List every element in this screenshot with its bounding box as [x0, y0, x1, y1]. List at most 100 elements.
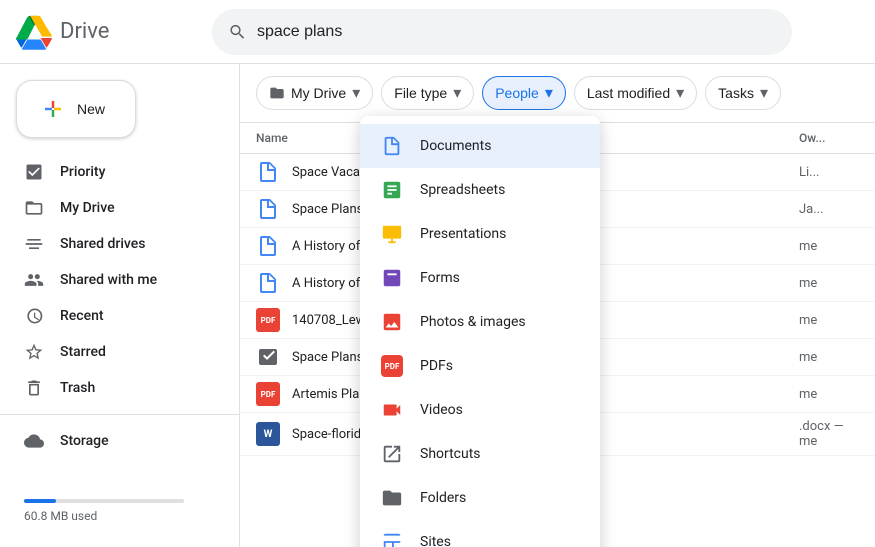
- sidebar-item-starred[interactable]: Starred: [0, 334, 223, 370]
- header: Drive: [0, 0, 875, 64]
- sites-icon: [380, 530, 404, 547]
- spreadsheets-label: Spreadsheets: [420, 182, 505, 198]
- shortcut-icon: [256, 345, 280, 369]
- documents-icon: [380, 134, 404, 158]
- logo-area: Drive: [16, 14, 196, 50]
- sidebar-item-trash[interactable]: Trash: [0, 370, 223, 406]
- word-icon: W: [256, 422, 280, 446]
- sidebar-item-my-drive[interactable]: My Drive: [0, 190, 223, 226]
- sidebar-item-recent[interactable]: Recent: [0, 298, 223, 334]
- sidebar-item-label-storage: Storage: [60, 433, 109, 449]
- file-size: me: [799, 313, 859, 328]
- recent-icon: [24, 306, 44, 326]
- starred-icon: [24, 342, 44, 362]
- sidebar-item-label-trash: Trash: [60, 380, 95, 396]
- tasks-button[interactable]: Tasks ▾: [705, 76, 781, 110]
- shortcuts-icon: [380, 442, 404, 466]
- sidebar-item-priority[interactable]: Priority: [0, 154, 223, 190]
- sidebar-item-label-shared-with-me: Shared with me: [60, 272, 157, 288]
- dropdown-item-shortcuts[interactable]: Shortcuts: [360, 432, 600, 476]
- file-size: Li...: [799, 165, 859, 180]
- doc-icon: [256, 271, 280, 295]
- presentations-icon: [380, 222, 404, 246]
- file-type-chevron-icon: ▾: [453, 83, 461, 103]
- photos-label: Photos & images: [420, 314, 526, 330]
- drive-logo-icon: [16, 14, 52, 50]
- photos-icon: [380, 310, 404, 334]
- sidebar-item-shared-drives[interactable]: Shared drives: [0, 226, 223, 262]
- storage-bar-fill: [24, 499, 56, 503]
- file-size: me: [799, 387, 859, 402]
- sidebar-item-label-shared-drives: Shared drives: [60, 236, 145, 252]
- my-drive-button[interactable]: My Drive ▾: [256, 76, 373, 110]
- my-drive-btn-label: My Drive: [291, 85, 346, 101]
- storage-bar: [24, 499, 184, 503]
- file-type-dropdown: Documents Spreadsheets Presentations For…: [360, 116, 600, 547]
- sidebar: New Priority My Drive Shared drives Shar: [0, 64, 240, 547]
- people-chevron-icon: ▾: [545, 83, 553, 103]
- dropdown-item-pdfs[interactable]: PDF PDFs: [360, 344, 600, 388]
- my-drive-chevron-icon: ▾: [352, 83, 360, 103]
- pdfs-icon: PDF: [380, 354, 404, 378]
- videos-label: Videos: [420, 402, 463, 418]
- sidebar-item-label-recent: Recent: [60, 308, 104, 324]
- last-modified-chevron-icon: ▾: [676, 83, 684, 103]
- shared-drives-icon: [24, 234, 44, 254]
- sidebar-divider: [0, 414, 239, 415]
- sidebar-item-storage[interactable]: Storage: [0, 423, 223, 459]
- sidebar-item-label-starred: Starred: [60, 344, 106, 360]
- dropdown-item-videos[interactable]: Videos: [360, 388, 600, 432]
- file-type-label: File type: [394, 85, 447, 101]
- dropdown-item-folders[interactable]: Folders: [360, 476, 600, 520]
- dropdown-item-forms[interactable]: Forms: [360, 256, 600, 300]
- plus-icon: [41, 97, 65, 121]
- file-size: me: [799, 239, 859, 254]
- pdf-icon: PDF: [256, 308, 280, 332]
- file-size: me: [799, 276, 859, 291]
- my-drive-icon: [24, 198, 44, 218]
- col-size-header: Ow...: [799, 131, 859, 145]
- forms-label: Forms: [420, 270, 460, 286]
- dropdown-item-spreadsheets[interactable]: Spreadsheets: [360, 168, 600, 212]
- presentations-label: Presentations: [420, 226, 506, 242]
- file-size: .docx — me: [799, 419, 859, 449]
- people-button[interactable]: People ▾: [482, 76, 566, 110]
- file-type-button[interactable]: File type ▾: [381, 76, 474, 110]
- search-icon: [228, 22, 247, 42]
- sites-label: Sites: [420, 534, 451, 547]
- storage-text: 60.8 MB used: [24, 509, 215, 523]
- new-button[interactable]: New: [16, 80, 136, 138]
- layout: New Priority My Drive Shared drives Shar: [0, 64, 875, 547]
- toolbar: My Drive ▾ File type ▾ People ▾ Last mod…: [240, 64, 875, 123]
- people-label: People: [495, 85, 539, 101]
- doc-icon: [256, 197, 280, 221]
- file-size: Ja...: [799, 202, 859, 217]
- storage-icon: [24, 431, 44, 451]
- tasks-label: Tasks: [718, 85, 754, 101]
- doc-icon: [256, 234, 280, 258]
- search-input[interactable]: [257, 23, 776, 41]
- pdfs-label: PDFs: [420, 358, 453, 374]
- last-modified-label: Last modified: [587, 85, 670, 101]
- dropdown-item-presentations[interactable]: Presentations: [360, 212, 600, 256]
- videos-icon: [380, 398, 404, 422]
- tasks-chevron-icon: ▾: [760, 83, 768, 103]
- sidebar-item-label-my-drive: My Drive: [60, 200, 115, 216]
- spreadsheets-icon: [380, 178, 404, 202]
- documents-label: Documents: [420, 138, 491, 154]
- sidebar-item-label-priority: Priority: [60, 164, 105, 180]
- file-size: me: [799, 350, 859, 365]
- last-modified-button[interactable]: Last modified ▾: [574, 76, 697, 110]
- logo-text: Drive: [60, 19, 109, 44]
- dropdown-item-photos[interactable]: Photos & images: [360, 300, 600, 344]
- pdf-icon-2: PDF: [256, 382, 280, 406]
- sidebar-item-shared-with-me[interactable]: Shared with me: [0, 262, 223, 298]
- dropdown-item-documents[interactable]: Documents: [360, 124, 600, 168]
- forms-icon: [380, 266, 404, 290]
- priority-icon: [24, 162, 44, 182]
- storage-area: 60.8 MB used: [0, 475, 239, 539]
- my-drive-btn-icon: [269, 85, 285, 101]
- search-bar[interactable]: [212, 9, 792, 55]
- shared-with-me-icon: [24, 270, 44, 290]
- dropdown-item-sites[interactable]: Sites: [360, 520, 600, 547]
